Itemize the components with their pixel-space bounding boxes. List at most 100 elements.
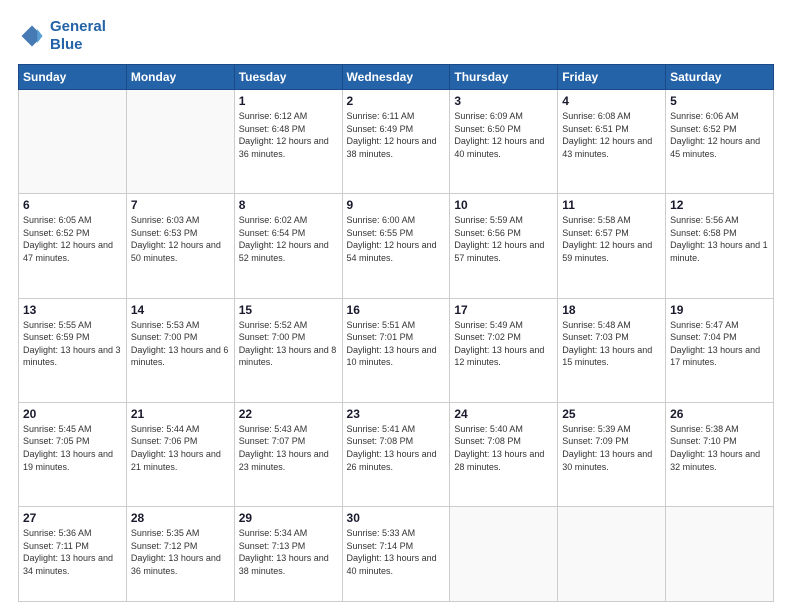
day-number: 18 (562, 303, 661, 317)
calendar-cell: 4Sunrise: 6:08 AM Sunset: 6:51 PM Daylig… (558, 90, 666, 194)
calendar-cell (126, 90, 234, 194)
day-info: Sunrise: 6:08 AM Sunset: 6:51 PM Dayligh… (562, 110, 661, 160)
day-info: Sunrise: 5:41 AM Sunset: 7:08 PM Dayligh… (347, 423, 446, 473)
calendar-cell: 24 Sunrise: 5:40 AM Sunset: 7:08 PM Dayli… (450, 402, 558, 506)
day-info: Sunrise: 5:55 AM Sunset: 6:59 PM Dayligh… (23, 319, 122, 369)
day-info: Sunrise: 6:00 AM Sunset: 6:55 PM Dayligh… (347, 214, 446, 264)
calendar-cell: 17Sunrise: 5:49 AM Sunset: 7:02 PM Dayli… (450, 298, 558, 402)
day-number: 27 (23, 511, 122, 525)
calendar-cell: 5 Sunrise: 6:06 AM Sunset: 6:52 PM Daylig… (666, 90, 774, 194)
calendar-cell: 14 Sunrise: 5:53 AM Sunset: 7:00 PM Dayli… (126, 298, 234, 402)
day-number: 19 (670, 303, 769, 317)
page: General Blue SundayMondayTuesdayWednesda… (0, 0, 792, 612)
calendar-cell: 23 Sunrise: 5:41 AM Sunset: 7:08 PM Dayli… (342, 402, 450, 506)
day-info: Sunrise: 5:51 AM Sunset: 7:01 PM Dayligh… (347, 319, 446, 369)
day-number: 21 (131, 407, 230, 421)
calendar-cell: 25 Sunrise: 5:39 AM Sunset: 7:09 PM Dayli… (558, 402, 666, 506)
calendar-cell: 13 Sunrise: 5:55 AM Sunset: 6:59 PM Dayli… (19, 298, 127, 402)
calendar-cell: 3 Sunrise: 6:09 AM Sunset: 6:50 PM Daylig… (450, 90, 558, 194)
weekday-header-saturday: Saturday (666, 65, 774, 90)
day-info: Sunrise: 5:58 AM Sunset: 6:57 PM Dayligh… (562, 214, 661, 264)
calendar-cell: 9 Sunrise: 6:00 AM Sunset: 6:55 PM Daylig… (342, 194, 450, 298)
day-info: Sunrise: 5:56 AM Sunset: 6:58 PM Dayligh… (670, 214, 769, 264)
calendar-cell: 30 Sunrise: 5:33 AM Sunset: 7:14 PM Dayli… (342, 507, 450, 602)
day-info: Sunrise: 5:34 AM Sunset: 7:13 PM Dayligh… (239, 527, 338, 577)
calendar-cell: 12 Sunrise: 5:56 AM Sunset: 6:58 PM Dayli… (666, 194, 774, 298)
calendar-cell: 1 Sunrise: 6:12 AM Sunset: 6:48 PM Daylig… (234, 90, 342, 194)
calendar-cell: 16 Sunrise: 5:51 AM Sunset: 7:01 PM Dayli… (342, 298, 450, 402)
day-info: Sunrise: 6:12 AM Sunset: 6:48 PM Dayligh… (239, 110, 338, 160)
day-number: 9 (347, 198, 446, 212)
calendar-cell: 7Sunrise: 6:03 AM Sunset: 6:53 PM Daylig… (126, 194, 234, 298)
weekday-header-sunday: Sunday (19, 65, 127, 90)
day-info: Sunrise: 6:09 AM Sunset: 6:50 PM Dayligh… (454, 110, 553, 160)
day-info: Sunrise: 6:03 AM Sunset: 6:53 PM Dayligh… (131, 214, 230, 264)
day-info: Sunrise: 5:35 AM Sunset: 7:12 PM Dayligh… (131, 527, 230, 577)
day-number: 30 (347, 511, 446, 525)
calendar-cell: 11 Sunrise: 5:58 AM Sunset: 6:57 PM Dayli… (558, 194, 666, 298)
logo-icon (18, 22, 46, 50)
day-number: 24 (454, 407, 553, 421)
day-info: Sunrise: 6:05 AM Sunset: 6:52 PM Dayligh… (23, 214, 122, 264)
calendar-cell: 29 Sunrise: 5:34 AM Sunset: 7:13 PM Dayli… (234, 507, 342, 602)
day-number: 5 (670, 94, 769, 108)
day-number: 10 (454, 198, 553, 212)
calendar-cell: 26 Sunrise: 5:38 AM Sunset: 7:10 PM Dayli… (666, 402, 774, 506)
calendar-week-0: 1 Sunrise: 6:12 AM Sunset: 6:48 PM Daylig… (19, 90, 774, 194)
day-number: 23 (347, 407, 446, 421)
calendar-cell: 15Sunrise: 5:52 AM Sunset: 7:00 PM Dayli… (234, 298, 342, 402)
day-number: 17 (454, 303, 553, 317)
day-number: 14 (131, 303, 230, 317)
day-info: Sunrise: 5:53 AM Sunset: 7:00 PM Dayligh… (131, 319, 230, 369)
calendar-cell (558, 507, 666, 602)
header: General Blue (18, 18, 774, 54)
calendar-cell: 27 Sunrise: 5:36 AM Sunset: 7:11 PM Dayli… (19, 507, 127, 602)
calendar-cell: 8 Sunrise: 6:02 AM Sunset: 6:54 PM Daylig… (234, 194, 342, 298)
calendar-cell (19, 90, 127, 194)
day-info: Sunrise: 5:47 AM Sunset: 7:04 PM Dayligh… (670, 319, 769, 369)
day-number: 22 (239, 407, 338, 421)
day-number: 2 (347, 94, 446, 108)
day-info: Sunrise: 5:33 AM Sunset: 7:14 PM Dayligh… (347, 527, 446, 577)
day-info: Sunrise: 6:11 AM Sunset: 6:49 PM Dayligh… (347, 110, 446, 160)
calendar-week-2: 13 Sunrise: 5:55 AM Sunset: 6:59 PM Dayli… (19, 298, 774, 402)
weekday-header-monday: Monday (126, 65, 234, 90)
calendar-cell: 20 Sunrise: 5:45 AM Sunset: 7:05 PM Dayli… (19, 402, 127, 506)
calendar-cell: 22 Sunrise: 5:43 AM Sunset: 7:07 PM Dayli… (234, 402, 342, 506)
calendar-cell: 6 Sunrise: 6:05 AM Sunset: 6:52 PM Daylig… (19, 194, 127, 298)
calendar-week-4: 27 Sunrise: 5:36 AM Sunset: 7:11 PM Dayli… (19, 507, 774, 602)
day-number: 6 (23, 198, 122, 212)
day-number: 3 (454, 94, 553, 108)
day-info: Sunrise: 5:43 AM Sunset: 7:07 PM Dayligh… (239, 423, 338, 473)
day-number: 12 (670, 198, 769, 212)
calendar-cell: 21 Sunrise: 5:44 AM Sunset: 7:06 PM Dayli… (126, 402, 234, 506)
day-info: Sunrise: 5:59 AM Sunset: 6:56 PM Dayligh… (454, 214, 553, 264)
day-number: 13 (23, 303, 122, 317)
day-number: 25 (562, 407, 661, 421)
calendar-cell (450, 507, 558, 602)
day-info: Sunrise: 5:39 AM Sunset: 7:09 PM Dayligh… (562, 423, 661, 473)
day-info: Sunrise: 5:44 AM Sunset: 7:06 PM Dayligh… (131, 423, 230, 473)
day-number: 28 (131, 511, 230, 525)
day-info: Sunrise: 6:06 AM Sunset: 6:52 PM Dayligh… (670, 110, 769, 160)
day-info: Sunrise: 5:40 AM Sunset: 7:08 PM Dayligh… (454, 423, 553, 473)
day-info: Sunrise: 5:45 AM Sunset: 7:05 PM Dayligh… (23, 423, 122, 473)
day-info: Sunrise: 5:38 AM Sunset: 7:10 PM Dayligh… (670, 423, 769, 473)
day-number: 8 (239, 198, 338, 212)
day-number: 26 (670, 407, 769, 421)
weekday-header-wednesday: Wednesday (342, 65, 450, 90)
weekday-header-row: SundayMondayTuesdayWednesdayThursdayFrid… (19, 65, 774, 90)
calendar-cell: 19 Sunrise: 5:47 AM Sunset: 7:04 PM Dayli… (666, 298, 774, 402)
day-number: 29 (239, 511, 338, 525)
day-info: Sunrise: 5:52 AM Sunset: 7:00 PM Dayligh… (239, 319, 338, 369)
calendar-week-1: 6 Sunrise: 6:05 AM Sunset: 6:52 PM Daylig… (19, 194, 774, 298)
day-info: Sunrise: 5:36 AM Sunset: 7:11 PM Dayligh… (23, 527, 122, 577)
day-number: 1 (239, 94, 338, 108)
weekday-header-tuesday: Tuesday (234, 65, 342, 90)
day-number: 16 (347, 303, 446, 317)
day-number: 20 (23, 407, 122, 421)
day-info: Sunrise: 5:48 AM Sunset: 7:03 PM Dayligh… (562, 319, 661, 369)
calendar-cell: 18 Sunrise: 5:48 AM Sunset: 7:03 PM Dayli… (558, 298, 666, 402)
day-info: Sunrise: 6:02 AM Sunset: 6:54 PM Dayligh… (239, 214, 338, 264)
day-number: 11 (562, 198, 661, 212)
